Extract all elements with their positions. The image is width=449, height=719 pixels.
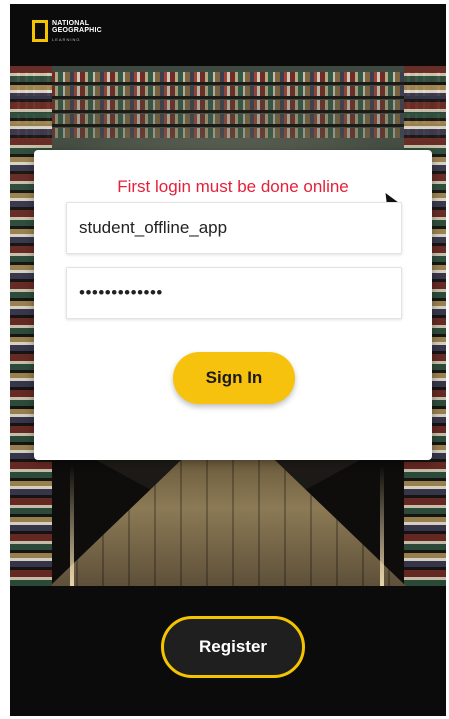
login-error-message: First login must be done online xyxy=(117,177,349,196)
logo-line-3: LEARNING xyxy=(52,37,81,42)
app-screen: NATIONAL GEOGRAPHIC LEARNING First login… xyxy=(10,4,446,716)
login-card: First login must be done online Sign In xyxy=(34,150,432,460)
logo-line-1: NATIONAL xyxy=(52,20,90,27)
footer-bar: Register xyxy=(10,586,446,716)
username-input[interactable] xyxy=(66,202,402,254)
password-input[interactable] xyxy=(66,267,402,319)
natgeo-yellow-frame-icon xyxy=(32,20,48,42)
sign-in-button[interactable]: Sign In xyxy=(173,352,295,404)
app-header: NATIONAL GEOGRAPHIC LEARNING xyxy=(10,4,446,66)
logo-line-2: GEOGRAPHIC xyxy=(52,27,102,34)
register-button[interactable]: Register xyxy=(161,616,305,678)
logo-wordmark: NATIONAL GEOGRAPHIC LEARNING xyxy=(52,20,102,42)
national-geographic-logo: NATIONAL GEOGRAPHIC LEARNING xyxy=(32,20,102,42)
